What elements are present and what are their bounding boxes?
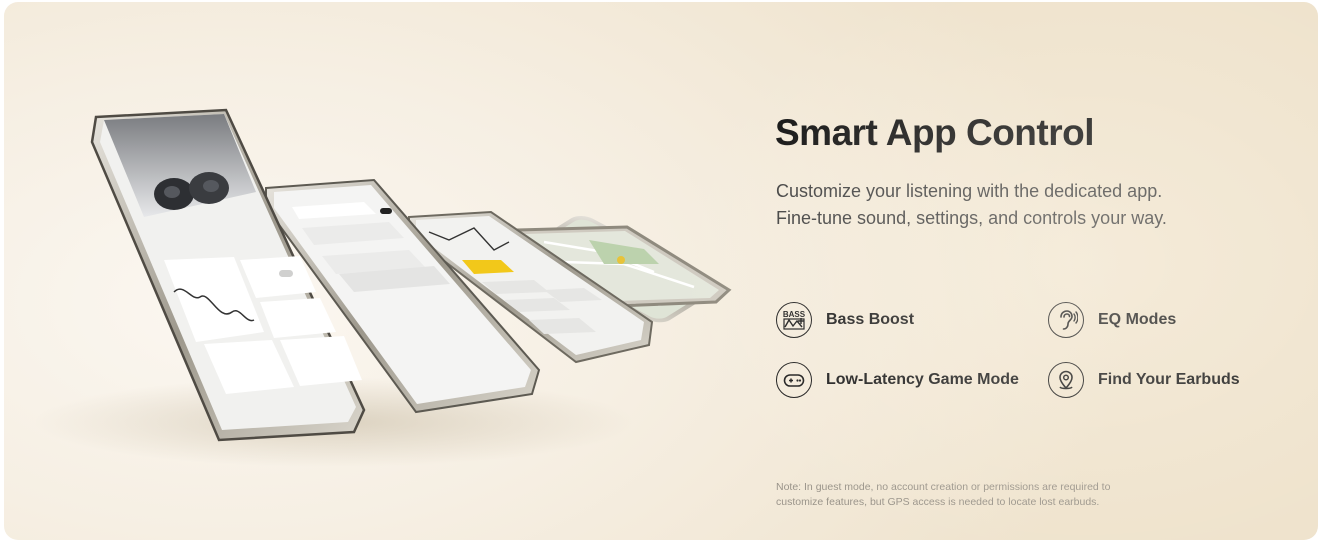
subtitle-line-2: Fine-tune sound, settings, and controls … <box>776 208 1167 228</box>
feature-label: Bass Boost <box>826 311 915 328</box>
footnote-line-1: Note: In guest mode, no account creation… <box>776 481 1111 493</box>
promo-banner: Smart App Control Customize your listeni… <box>4 2 1318 540</box>
feature-eq-modes: EQ Modes <box>1048 301 1176 339</box>
footnote-line-2: customize features, but GPS access is ne… <box>776 496 1100 508</box>
gamepad-icon <box>776 362 812 398</box>
bass-badge: BASS <box>783 310 806 319</box>
bass-icon: BASS <box>776 302 812 338</box>
page-title: Smart App Control <box>775 112 1095 153</box>
feature-label: Find Your Earbuds <box>1098 371 1240 388</box>
feature-label: Low-Latency Game Mode <box>826 371 1019 388</box>
feature-game-mode: Low-Latency Game Mode <box>776 361 1019 399</box>
subtitle: Customize your listening with the dedica… <box>776 178 1167 232</box>
feature-find-earbuds: Find Your Earbuds <box>1048 361 1240 399</box>
location-pin-icon <box>1048 362 1084 398</box>
footnote: Note: In guest mode, no account creation… <box>776 480 1110 510</box>
subtitle-line-1: Customize your listening with the dedica… <box>776 181 1163 201</box>
ear-icon <box>1048 302 1084 338</box>
app-phones-illustration <box>34 108 732 467</box>
feature-label: EQ Modes <box>1098 311 1177 328</box>
feature-bass-boost: BASS Bass Boost <box>776 301 914 339</box>
